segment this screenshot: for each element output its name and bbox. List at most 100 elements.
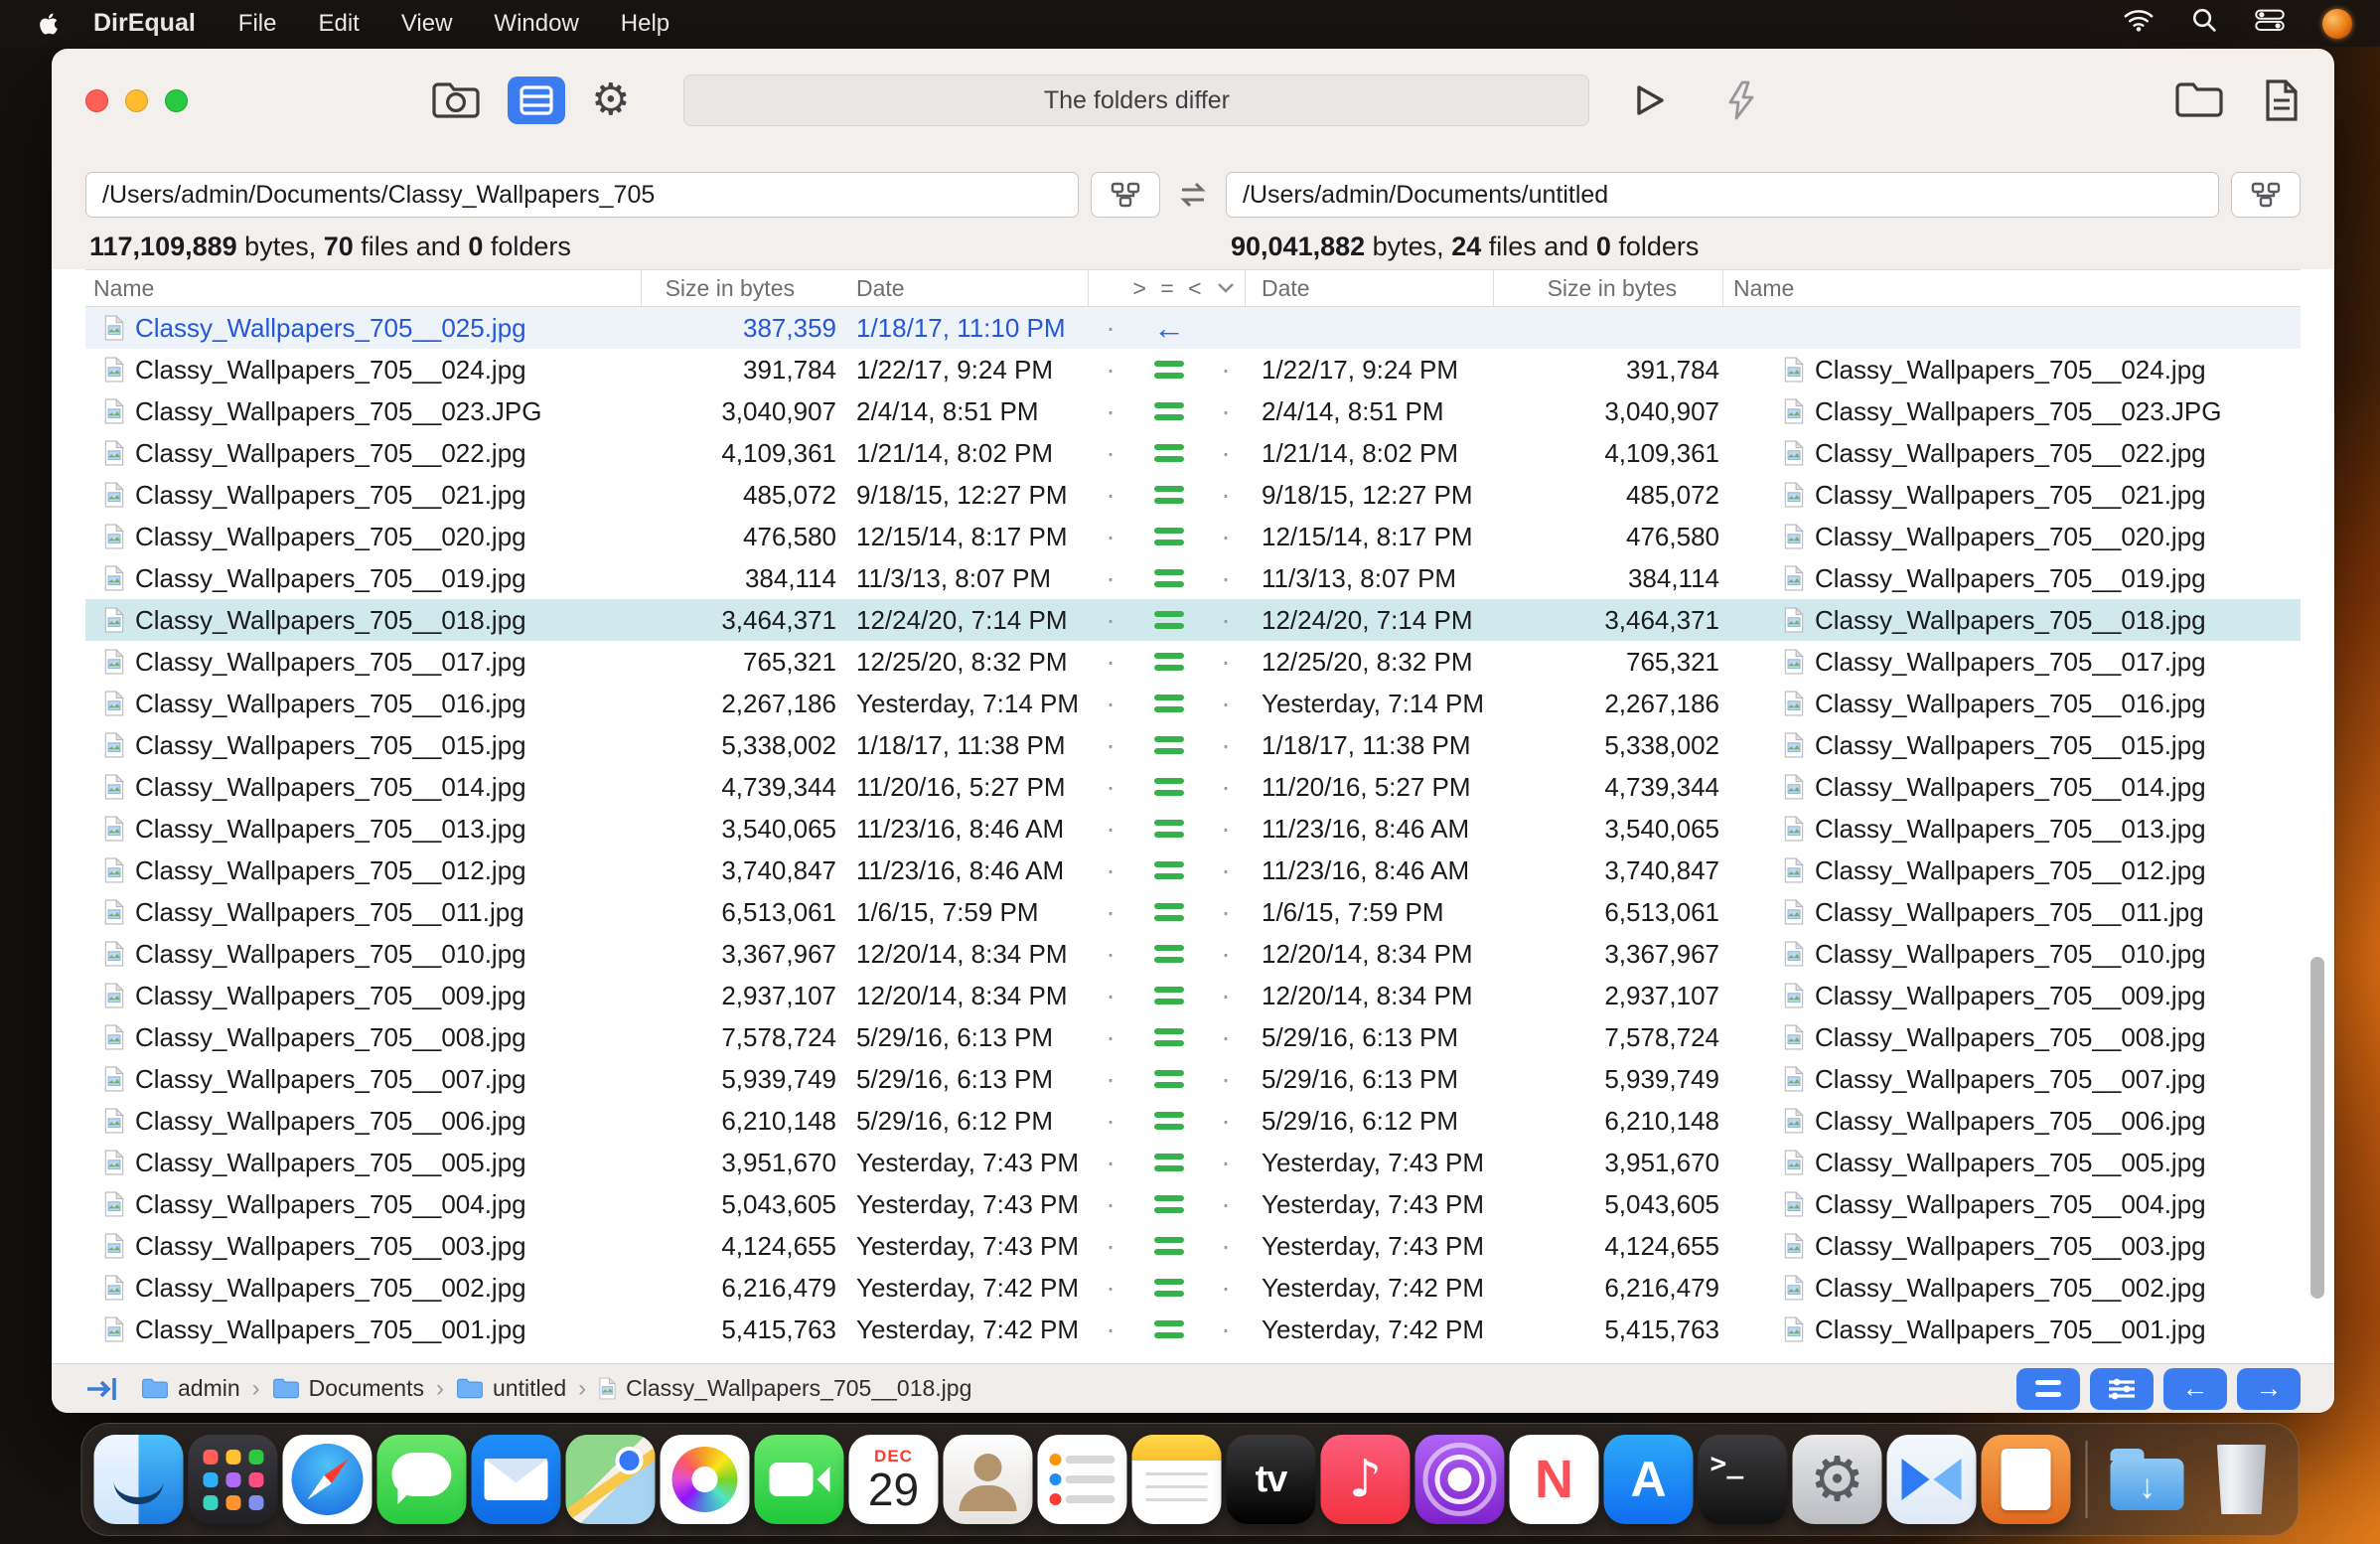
breadcrumb-item-documents[interactable]: Documents bbox=[272, 1375, 424, 1402]
dock-notes-icon[interactable] bbox=[1131, 1435, 1222, 1524]
dock-trash-icon[interactable] bbox=[2197, 1435, 2287, 1524]
dock-app-store-icon[interactable] bbox=[1603, 1435, 1694, 1524]
table-row[interactable]: Classy_Wallpapers_705__013.jpg 3,540,065… bbox=[85, 808, 2301, 849]
table-row[interactable]: Classy_Wallpapers_705__012.jpg 3,740,847… bbox=[85, 849, 2301, 891]
breadcrumb-item-admin[interactable]: admin bbox=[141, 1375, 240, 1402]
dock-system-preferences-icon[interactable] bbox=[1792, 1435, 1882, 1524]
table-row[interactable]: Classy_Wallpapers_705__018.jpg 3,464,371… bbox=[85, 599, 2301, 641]
scrollbar[interactable] bbox=[2310, 957, 2324, 1299]
dock-direqual-icon[interactable] bbox=[1886, 1435, 1977, 1524]
view-mode-button[interactable] bbox=[508, 77, 565, 124]
header-compare[interactable]: > = < bbox=[1132, 270, 1206, 306]
header-size-right[interactable]: Size in bytes bbox=[1494, 270, 1723, 306]
table-row[interactable]: Classy_Wallpapers_705__001.jpg 5,415,763… bbox=[85, 1309, 2301, 1350]
show-equal-toggle-button[interactable] bbox=[2016, 1367, 2080, 1410]
file-date-left: Yesterday, 7:43 PM bbox=[856, 1147, 1080, 1177]
table-row[interactable]: Classy_Wallpapers_705__006.jpg 6,210,148… bbox=[85, 1100, 2301, 1142]
dock-finder-icon[interactable] bbox=[93, 1435, 184, 1524]
table-row[interactable]: Classy_Wallpapers_705__021.jpg 485,072 9… bbox=[85, 474, 2301, 516]
dock-podcasts-icon[interactable] bbox=[1414, 1435, 1505, 1524]
dock-books-icon[interactable] bbox=[1981, 1435, 2071, 1524]
menu-window[interactable]: Window bbox=[473, 10, 599, 38]
apple-menu-icon[interactable] bbox=[38, 11, 60, 37]
dock-news-icon[interactable] bbox=[1509, 1435, 1599, 1524]
breadcrumb-item-untitled[interactable]: untitled bbox=[456, 1375, 566, 1402]
table-row[interactable]: Classy_Wallpapers_705__016.jpg 2,267,186… bbox=[85, 683, 2301, 724]
reveal-path-icon[interactable] bbox=[85, 1374, 119, 1404]
file-name-left: Classy_Wallpapers_705__011.jpg bbox=[85, 897, 642, 928]
zoom-button[interactable] bbox=[165, 88, 188, 112]
dock-safari-icon[interactable] bbox=[282, 1435, 372, 1524]
menu-edit[interactable]: Edit bbox=[297, 10, 379, 38]
table-row[interactable]: Classy_Wallpapers_705__022.jpg 4,109,361… bbox=[85, 432, 2301, 474]
table-row[interactable]: Classy_Wallpapers_705__023.JPG 3,040,907… bbox=[85, 390, 2301, 432]
next-difference-button[interactable] bbox=[2237, 1367, 2301, 1410]
swap-sides-icon[interactable] bbox=[1160, 181, 1226, 209]
menu-help[interactable]: Help bbox=[600, 10, 690, 38]
app-menu-title[interactable]: DirEqual bbox=[93, 9, 196, 38]
table-row[interactable]: Classy_Wallpapers_705__019.jpg 384,114 1… bbox=[85, 557, 2301, 599]
equal-icon bbox=[1154, 486, 1184, 504]
search-icon[interactable] bbox=[2191, 7, 2217, 40]
breadcrumb-item-file[interactable]: Classy_Wallpapers_705__018.jpg bbox=[598, 1375, 971, 1402]
compare-indicator bbox=[1132, 945, 1206, 963]
settings-gear-icon[interactable]: ⚙ bbox=[591, 78, 630, 122]
chevron-down-icon[interactable] bbox=[1206, 270, 1246, 306]
dock-facetime-icon[interactable] bbox=[754, 1435, 844, 1524]
run-compare-button[interactable] bbox=[1629, 80, 1669, 120]
file-date-right: 11/20/16, 5:27 PM bbox=[1262, 771, 1471, 802]
table-row[interactable]: Classy_Wallpapers_705__003.jpg 4,124,655… bbox=[85, 1225, 2301, 1267]
dock-maps-icon[interactable] bbox=[565, 1435, 656, 1524]
open-folder-icon[interactable] bbox=[2173, 79, 2225, 121]
dock-launchpad-icon[interactable] bbox=[188, 1435, 278, 1524]
close-button[interactable] bbox=[85, 88, 108, 112]
previous-difference-button[interactable] bbox=[2163, 1367, 2227, 1410]
header-name-right[interactable]: Name bbox=[1723, 270, 2301, 306]
table-row[interactable]: Classy_Wallpapers_705__011.jpg 6,513,061… bbox=[85, 891, 2301, 933]
table-row[interactable]: Classy_Wallpapers_705__005.jpg 3,951,670… bbox=[85, 1142, 2301, 1183]
file-icon bbox=[1783, 774, 1805, 800]
header-date-left[interactable]: Date bbox=[840, 270, 1089, 306]
table-row[interactable]: Classy_Wallpapers_705__008.jpg 7,578,724… bbox=[85, 1016, 2301, 1058]
control-center-icon[interactable] bbox=[2255, 8, 2285, 39]
filter-options-button[interactable] bbox=[2090, 1367, 2154, 1410]
menu-view[interactable]: View bbox=[380, 10, 474, 38]
table-row[interactable]: Classy_Wallpapers_705__002.jpg 6,216,479… bbox=[85, 1267, 2301, 1309]
table-row[interactable]: Classy_Wallpapers_705__024.jpg 391,784 1… bbox=[85, 349, 2301, 390]
table-row[interactable]: Classy_Wallpapers_705__004.jpg 5,043,605… bbox=[85, 1183, 2301, 1225]
table-row[interactable]: Classy_Wallpapers_705__014.jpg 4,739,344… bbox=[85, 766, 2301, 808]
dock-contacts-icon[interactable] bbox=[943, 1435, 1033, 1524]
left-browse-button[interactable] bbox=[1091, 172, 1160, 218]
table-row[interactable]: Classy_Wallpapers_705__025.jpg 387,359 1… bbox=[85, 307, 2301, 349]
header-date-right[interactable]: Date bbox=[1246, 270, 1494, 306]
table-row[interactable]: Classy_Wallpapers_705__010.jpg 3,367,967… bbox=[85, 933, 2301, 975]
file-date-left: 11/23/16, 8:46 AM bbox=[856, 854, 1065, 885]
header-size-left[interactable]: Size in bytes bbox=[642, 270, 840, 306]
dock-photos-icon[interactable] bbox=[660, 1435, 750, 1524]
dock-calendar-icon[interactable]: DEC 29 bbox=[848, 1435, 939, 1524]
dock-reminders-icon[interactable] bbox=[1037, 1435, 1127, 1524]
menu-file[interactable]: File bbox=[218, 10, 298, 38]
header-name-left[interactable]: Name bbox=[85, 270, 642, 306]
dock-mail-icon[interactable] bbox=[471, 1435, 561, 1524]
siri-icon[interactable] bbox=[2322, 8, 2352, 39]
sync-actions-icon[interactable] bbox=[1724, 80, 1758, 120]
dock-terminal-icon[interactable] bbox=[1698, 1435, 1788, 1524]
dock-messages-icon[interactable] bbox=[376, 1435, 467, 1524]
right-path-input[interactable] bbox=[1226, 172, 2219, 218]
minimize-button[interactable] bbox=[125, 88, 148, 112]
right-browse-button[interactable] bbox=[2231, 172, 2301, 218]
dock-music-icon[interactable] bbox=[1320, 1435, 1411, 1524]
wifi-icon[interactable] bbox=[2124, 8, 2154, 39]
left-path-input[interactable] bbox=[85, 172, 1079, 218]
table-row[interactable]: Classy_Wallpapers_705__007.jpg 5,939,749… bbox=[85, 1058, 2301, 1100]
report-document-icon[interactable] bbox=[2263, 78, 2301, 122]
table-row[interactable]: Classy_Wallpapers_705__009.jpg 2,937,107… bbox=[85, 975, 2301, 1016]
table-row[interactable]: Classy_Wallpapers_705__020.jpg 476,580 1… bbox=[85, 516, 2301, 557]
file-icon bbox=[1783, 649, 1805, 675]
dock-downloads-icon[interactable]: ↓ bbox=[2103, 1435, 2192, 1524]
compare-folders-icon[interactable] bbox=[430, 78, 482, 122]
dock-tv-icon[interactable] bbox=[1226, 1435, 1316, 1524]
table-row[interactable]: Classy_Wallpapers_705__015.jpg 5,338,002… bbox=[85, 724, 2301, 766]
table-row[interactable]: Classy_Wallpapers_705__017.jpg 765,321 1… bbox=[85, 641, 2301, 683]
